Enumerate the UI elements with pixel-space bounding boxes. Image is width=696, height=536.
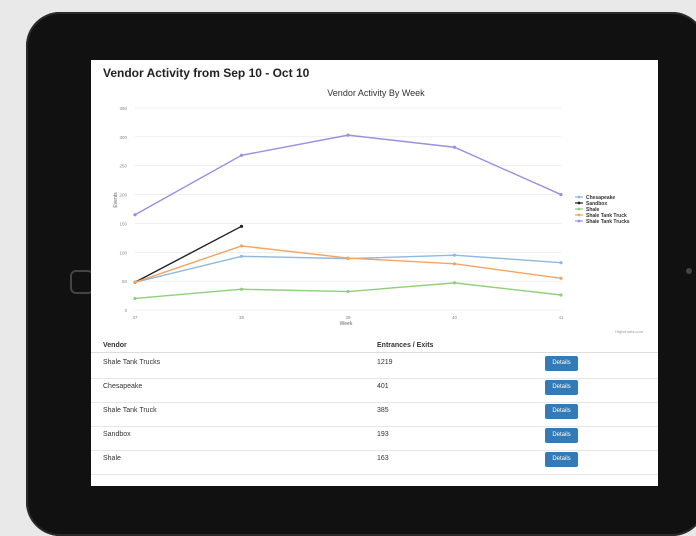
vendor-name: Shale Tank Trucks — [103, 359, 161, 366]
series-line — [134, 134, 562, 216]
y-tick-label: 200 — [119, 193, 127, 198]
vendor-activity-chart: Vendor Activity By Week 0 50 100 150 200 250 3… — [113, 88, 644, 334]
table-header: Vendor Entrances / Exits — [91, 340, 658, 353]
details-button[interactable]: Details — [545, 428, 578, 443]
series-point — [346, 133, 350, 137]
chart-y-axis-label: Events — [113, 192, 119, 208]
x-tick-label: 37 — [132, 315, 138, 320]
series-line — [134, 225, 242, 283]
entrances-count: 1219 — [377, 359, 393, 366]
series-point — [133, 296, 137, 301]
series-point — [239, 287, 244, 291]
y-tick-label: 50 — [122, 279, 128, 284]
series-point — [452, 253, 457, 257]
legend-marker — [577, 207, 581, 211]
y-tick-label: 250 — [119, 164, 127, 169]
series-point — [452, 262, 457, 266]
entrances-count: 193 — [377, 431, 389, 438]
chart-series — [133, 133, 563, 301]
chart-legend[interactable]: ChesapeakeSandboxShaleShale Tank TruckSh… — [575, 195, 630, 225]
series-point — [452, 281, 457, 285]
chart-credit[interactable]: Highcharts.com — [615, 329, 643, 334]
series-point — [239, 224, 244, 228]
x-tick-label: 40 — [452, 315, 458, 320]
vendor-name: Shale Tank Truck — [103, 407, 157, 414]
vendor-name: Shale — [103, 455, 121, 462]
y-tick-label: 300 — [119, 135, 127, 140]
series-point — [133, 213, 137, 217]
vendor-name: Sandbox — [103, 431, 131, 438]
series-line — [134, 245, 562, 283]
legend-marker — [577, 201, 581, 205]
series-point — [133, 280, 137, 284]
series-point — [559, 293, 563, 297]
series-point — [452, 145, 457, 149]
details-button[interactable]: Details — [545, 356, 578, 371]
y-tick-label: 0 — [124, 308, 127, 313]
x-tick-label: 39 — [345, 315, 351, 320]
series-point — [239, 153, 244, 157]
entrances-count: 163 — [377, 455, 389, 462]
legend-marker — [577, 195, 581, 199]
y-tick-label: 150 — [119, 221, 127, 226]
screen: Vendor Activity from Sep 10 - Oct 10 Ven… — [91, 60, 658, 486]
camera-dot — [686, 268, 692, 274]
series-point — [559, 261, 563, 265]
table-row: Shale 163 Details — [91, 450, 658, 475]
details-button[interactable]: Details — [545, 380, 578, 395]
vendor-name: Chesapeake — [103, 383, 143, 390]
chart-title: Vendor Activity By Week — [327, 88, 425, 98]
vendor-column-header: Vendor — [103, 342, 127, 349]
series-point — [559, 276, 563, 280]
table-row: Shale Tank Trucks 1219 Details — [91, 354, 658, 379]
legend-label: Shale Tank Trucks — [586, 219, 630, 225]
entrances-column-header: Entrances / Exits — [377, 342, 434, 349]
series-point — [239, 244, 244, 248]
entrances-count: 385 — [377, 407, 389, 414]
y-tick-label: 350 — [119, 106, 127, 111]
series-point — [346, 289, 350, 294]
table-row: Chesapeake 401 Details — [91, 378, 658, 403]
table-row: Sandbox 193 Details — [91, 426, 658, 451]
legend-marker — [577, 219, 581, 223]
legend-marker — [577, 213, 581, 217]
page-title: Vendor Activity from Sep 10 - Oct 10 — [103, 66, 310, 80]
details-button[interactable]: Details — [545, 452, 578, 467]
details-button[interactable]: Details — [545, 404, 578, 419]
series-point — [346, 256, 350, 260]
y-tick-label: 100 — [119, 250, 127, 255]
table-row: Shale Tank Truck 385 Details — [91, 402, 658, 427]
x-tick-label: 41 — [558, 315, 564, 320]
chart-x-axis-label: Week — [340, 321, 353, 327]
entrances-count: 401 — [377, 383, 389, 390]
series-point — [239, 254, 244, 258]
x-tick-label: 38 — [239, 315, 245, 320]
series-point — [559, 192, 563, 197]
